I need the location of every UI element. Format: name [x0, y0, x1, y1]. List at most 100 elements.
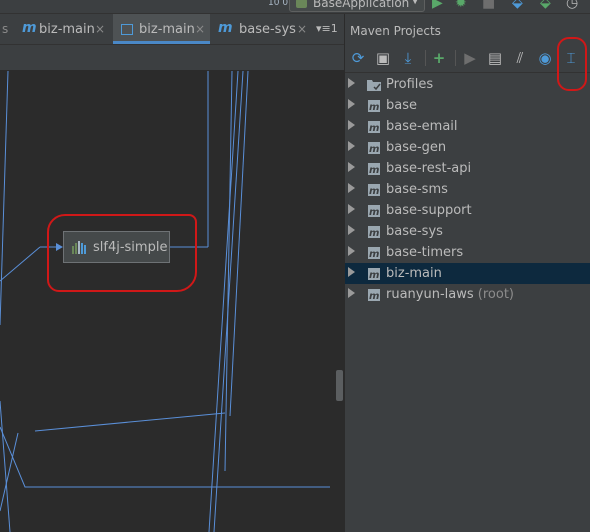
editor-tab-bar: s m biz-main × biz-main × m base-sys × ▾…	[0, 14, 344, 45]
expand-arrow-icon[interactable]	[348, 204, 355, 214]
maven-file-icon: m	[218, 20, 233, 36]
tree-item-label: base-gen	[386, 140, 447, 155]
red-annotation-circle	[47, 214, 197, 292]
expand-arrow-icon[interactable]	[348, 141, 355, 151]
tree-item-label: base	[386, 98, 417, 113]
tree-item-base-timers[interactable]: m base-timers	[345, 242, 590, 263]
tree-item-base-sms[interactable]: m base-sms	[345, 179, 590, 200]
tree-item-base[interactable]: m base	[345, 95, 590, 116]
project-name: ruanyun-laws	[386, 287, 474, 302]
close-icon[interactable]: ×	[195, 22, 205, 36]
toolbar-separator	[425, 50, 426, 66]
dependency-edges	[0, 71, 330, 532]
generate-sources-icon[interactable]: ▣	[372, 47, 394, 69]
tree-item-base-rest-api[interactable]: m base-rest-api	[345, 158, 590, 179]
maven-module-icon: m	[368, 163, 380, 176]
panel-title: Maven Projects	[350, 24, 441, 38]
expand-arrow-icon[interactable]	[348, 99, 355, 109]
tree-item-label: ruanyun-laws (root)	[386, 287, 514, 302]
download-icon[interactable]: ⤓	[397, 47, 419, 69]
run-configuration-dropdown[interactable]: BaseApplication ▼	[289, 0, 425, 12]
close-icon[interactable]: s	[2, 22, 8, 36]
profiles-folder-icon	[367, 80, 381, 91]
tree-item-label: Profiles	[386, 77, 434, 92]
tree-item-base-sys[interactable]: m base-sys	[345, 221, 590, 242]
run-icon[interactable]: ▶	[432, 0, 443, 11]
close-icon[interactable]: ×	[95, 22, 105, 36]
maven-module-icon: m	[368, 289, 380, 302]
svg-text:m: m	[369, 102, 379, 113]
svg-text:m: m	[369, 228, 379, 239]
expand-arrow-icon[interactable]	[348, 225, 355, 235]
run-configuration-label: BaseApplication	[313, 0, 410, 10]
svg-text:m: m	[369, 123, 379, 134]
main-toolbar: 10 01 BaseApplication ▼ ▶ ✹ ■ ⬙ ⬙ ◷	[0, 0, 590, 14]
stop-icon[interactable]: ■	[482, 0, 495, 11]
tree-item-profiles[interactable]: Profiles	[345, 74, 590, 95]
tree-item-label: biz-main	[386, 266, 442, 281]
add-icon[interactable]: +	[428, 47, 450, 69]
toggle-offline-icon[interactable]: ⫽	[509, 47, 531, 69]
chevron-down-icon: ▼	[411, 0, 419, 6]
tree-item-ruanyun-laws[interactable]: m ruanyun-laws (root)	[345, 284, 590, 305]
tab-label: biz-main	[139, 22, 195, 37]
debug-icon[interactable]: ✹	[455, 0, 467, 11]
tab-biz-main-pom[interactable]: m biz-main ×	[17, 14, 111, 44]
tree-item-biz-main[interactable]: m biz-main	[345, 263, 590, 284]
maven-module-icon: m	[368, 205, 380, 218]
tree-item-label: base-support	[386, 203, 472, 218]
tab-overflow-left[interactable]: s	[0, 14, 14, 44]
expand-arrow-icon[interactable]	[348, 183, 355, 193]
dependency-diagram-canvas[interactable]: slf4j-simple	[0, 71, 344, 532]
tree-item-base-support[interactable]: m base-support	[345, 200, 590, 221]
expand-arrow-icon[interactable]	[348, 162, 355, 172]
tab-list-dropdown[interactable]: ▾≡1	[316, 22, 338, 35]
spring-boot-icon	[296, 0, 307, 8]
skip-tests-icon[interactable]: ◉	[534, 47, 556, 69]
expand-arrow-icon[interactable]	[348, 288, 355, 298]
reimport-icon[interactable]: ⟳	[347, 47, 369, 69]
tab-biz-main-diagram[interactable]: biz-main ×	[113, 14, 210, 44]
maven-module-icon: m	[368, 184, 380, 197]
diagram-toolbar	[0, 45, 344, 71]
maven-module-icon: m	[368, 121, 380, 134]
svg-text:m: m	[369, 270, 379, 281]
expand-arrow-icon[interactable]	[348, 120, 355, 130]
tree-item-base-gen[interactable]: m base-gen	[345, 137, 590, 158]
close-icon[interactable]: ×	[297, 22, 307, 36]
tree-item-base-email[interactable]: m base-email	[345, 116, 590, 137]
svg-text:m: m	[369, 165, 379, 176]
svg-text:m: m	[369, 249, 379, 260]
svg-text:m: m	[369, 144, 379, 155]
run-goal-icon[interactable]: ▶	[459, 47, 481, 69]
svg-text:m: m	[369, 186, 379, 197]
tree-item-label: base-rest-api	[386, 161, 472, 176]
vcs-push-icon[interactable]: ⬙	[540, 0, 551, 11]
expand-arrow-icon[interactable]	[348, 267, 355, 277]
vcs-commit-icon[interactable]: ⬙	[512, 0, 523, 11]
tree-item-label: base-sys	[386, 224, 443, 239]
tab-label: base-sys	[239, 22, 296, 37]
tree-item-label: base-sms	[386, 182, 448, 197]
tab-base-sys-pom[interactable]: m base-sys ×	[213, 14, 313, 44]
maven-panel-header: Maven Projects	[345, 14, 590, 42]
tab-label: biz-main	[39, 22, 95, 37]
expand-arrow-icon[interactable]	[348, 246, 355, 256]
history-icon[interactable]: ◷	[566, 0, 578, 11]
maven-module-icon: m	[368, 100, 380, 113]
root-suffix: (root)	[477, 287, 514, 302]
maven-toolbar: ⟳ ▣ ⤓ + ▶ ▤ ⫽ ◉ ⌶	[345, 44, 590, 73]
execute-goal-icon[interactable]: ▤	[484, 47, 506, 69]
maven-module-icon: m	[368, 142, 380, 155]
svg-text:m: m	[369, 207, 379, 218]
diagram-icon	[121, 24, 133, 35]
tree-item-label: base-timers	[386, 245, 464, 260]
expand-arrow-icon[interactable]	[348, 78, 355, 88]
vertical-scrollbar-thumb[interactable]	[336, 370, 343, 401]
maven-projects-panel: Maven Projects ⟳ ▣ ⤓ + ▶ ▤ ⫽ ◉ ⌶ Profile…	[345, 14, 590, 532]
maven-file-icon: m	[22, 20, 37, 36]
tree-item-label: base-email	[386, 119, 458, 134]
toolbar-separator	[455, 50, 456, 66]
maven-module-icon: m	[368, 247, 380, 260]
maven-module-icon: m	[368, 268, 380, 281]
